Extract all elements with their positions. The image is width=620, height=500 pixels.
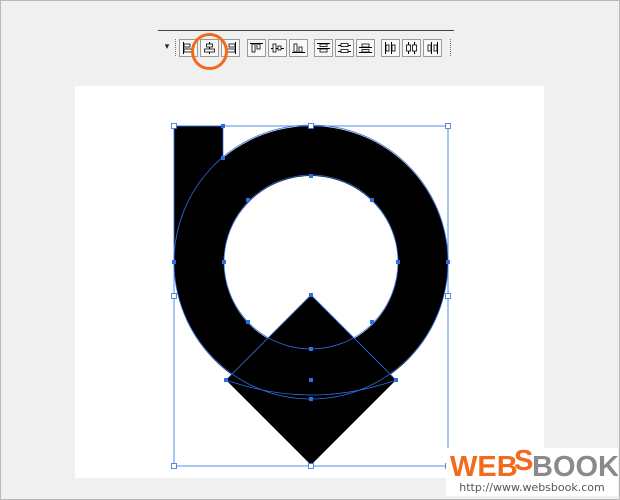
logo-text-web: WEB (450, 451, 518, 480)
logo-text-book: BOOK (532, 451, 618, 480)
logo-text-s: S (514, 448, 533, 477)
watermark-url: http://www.websbook.com (446, 480, 618, 496)
watermark-logo: WEB S BOOK (446, 445, 619, 483)
canvas-artwork[interactable] (0, 0, 620, 500)
